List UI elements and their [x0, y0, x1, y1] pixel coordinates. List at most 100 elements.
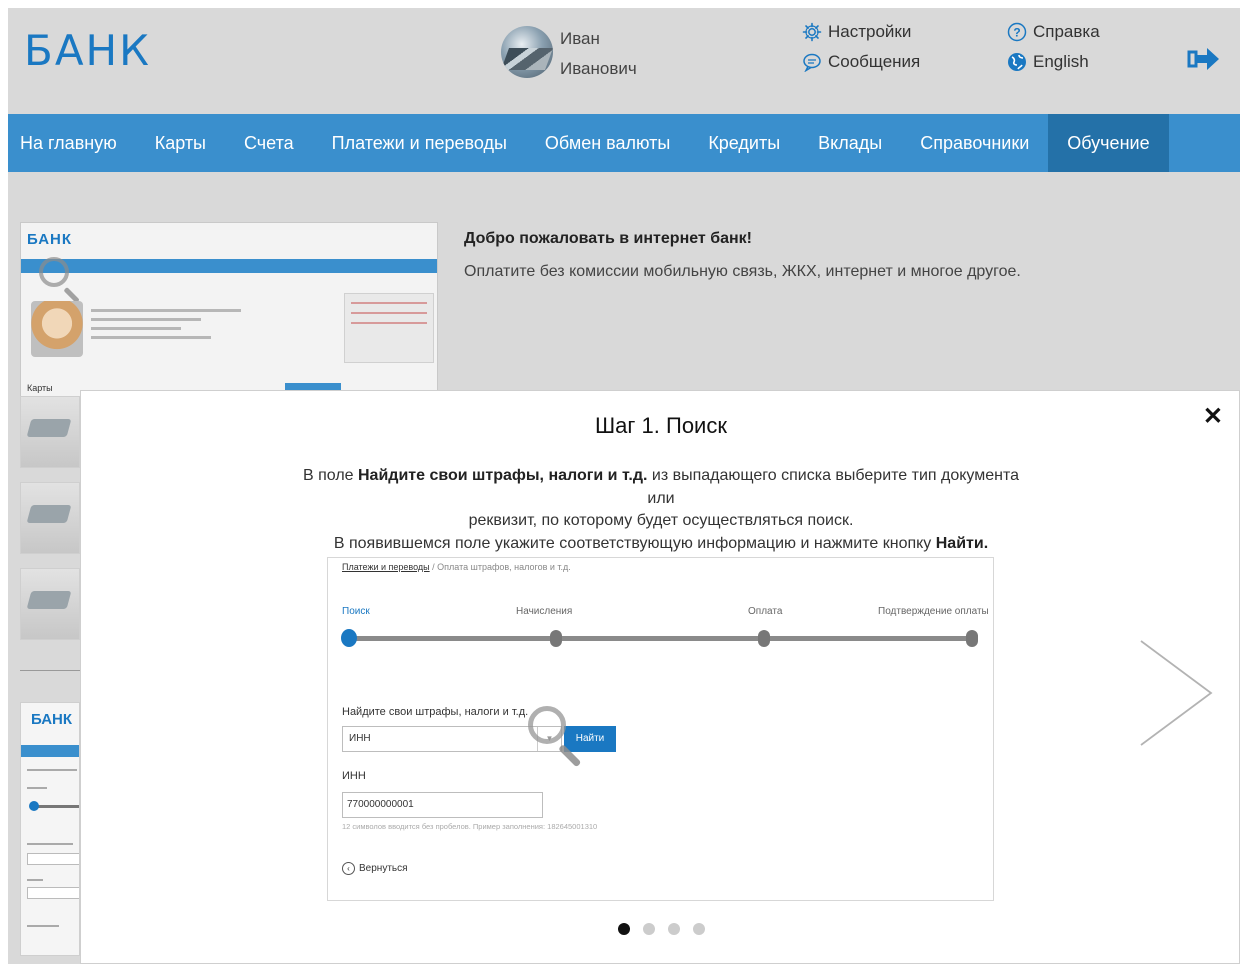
- step-dot: [966, 630, 978, 647]
- desc-button-name: Найти.: [935, 534, 989, 552]
- card-thumbnail[interactable]: [20, 568, 80, 640]
- app: БАНК Иван Иванович Настройки Сообщения ?…: [8, 8, 1240, 964]
- logout-button[interactable]: [1186, 44, 1222, 74]
- chevron-right-icon: [1140, 640, 1213, 746]
- desc-line-1: В поле Найдите свои штрафы, налоги и т.д…: [161, 465, 1161, 488]
- step-label-payment: Оплата: [748, 606, 783, 617]
- help-link[interactable]: ? Справка: [1007, 22, 1100, 42]
- mini-preview[interactable]: БАНК: [20, 702, 80, 956]
- card-thumbnails: [20, 396, 80, 654]
- user-name[interactable]: Иван Иванович: [560, 24, 637, 84]
- mini-progress-dot: [29, 801, 39, 811]
- preview-nav: [21, 259, 437, 273]
- modal-title: Шаг 1. Поиск: [595, 413, 727, 438]
- inn-label: ИНН: [342, 770, 366, 782]
- preview-cards-label: Карты: [27, 383, 53, 393]
- welcome-title: Добро пожаловать в интернет банк!: [464, 230, 752, 247]
- mini-text-line: [27, 879, 43, 881]
- step-label-charges: Начисления: [516, 606, 573, 617]
- card-thumbnail[interactable]: [20, 482, 80, 554]
- user-patronymic: Иванович: [560, 59, 637, 78]
- card-thumbnail[interactable]: [20, 396, 80, 468]
- pagination-dot-4[interactable]: [692, 923, 705, 935]
- step-label-search: Поиск: [342, 606, 370, 617]
- nav-item-deposits[interactable]: Вклады: [799, 114, 901, 172]
- breadcrumb-link: Платежи и переводы: [342, 562, 430, 572]
- tutorial-illustration: Платежи и переводы / Оплата штрафов, нал…: [327, 557, 994, 901]
- step-dot-current: [341, 629, 357, 647]
- manager-photo: [31, 301, 83, 357]
- mini-text-line: [27, 925, 59, 927]
- messages-link[interactable]: Сообщения: [802, 52, 920, 72]
- desc-text: из выпадающего списка выберите тип докум…: [647, 467, 1020, 484]
- header: БАНК Иван Иванович Настройки Сообщения ?…: [8, 8, 1240, 114]
- user-first-name: Иван: [560, 29, 600, 48]
- desc-line-4: В появившемся поле укажите соответствующ…: [161, 533, 1161, 556]
- slide-pagination: [81, 923, 1240, 935]
- tutorial-modal: ✕ Шаг 1. Поиск В поле Найдите свои штраф…: [80, 390, 1240, 964]
- pagination-dot-1[interactable]: [617, 923, 630, 935]
- breadcrumb: Платежи и переводы / Оплата штрафов, нал…: [342, 562, 571, 572]
- desc-line-2: или: [647, 489, 675, 507]
- language-link[interactable]: English: [1007, 52, 1089, 72]
- nav-item-credits[interactable]: Кредиты: [689, 114, 799, 172]
- preview-text-lines: [91, 309, 251, 345]
- mini-input: [27, 887, 79, 899]
- nav-item-payments[interactable]: Платежи и переводы: [313, 114, 526, 172]
- preview-logo: БАНК: [27, 231, 73, 248]
- step-dot: [758, 630, 770, 647]
- globe-icon: [1007, 52, 1027, 72]
- search-field-label: Найдите свои штрафы, налоги и т.д.: [342, 706, 529, 718]
- desc-line-3: реквизит, по которому будет осуществлять…: [468, 512, 854, 529]
- breadcrumb-current: / Оплата штрафов, налогов и т.д.: [429, 562, 571, 572]
- preview-screenshot[interactable]: БАНК Карты: [20, 222, 438, 397]
- mini-logo: БАНК: [31, 711, 73, 728]
- messages-label: Сообщения: [828, 52, 921, 71]
- mini-text-line: [27, 843, 73, 845]
- inn-input-example: 770000000001: [342, 792, 543, 818]
- find-button-example: Найти: [564, 726, 616, 752]
- mini-progress-track: [33, 805, 79, 808]
- svg-text:?: ?: [1013, 26, 1020, 40]
- back-label: Вернуться: [359, 863, 408, 874]
- pagination-dot-2[interactable]: [642, 923, 655, 935]
- pagination-dot-3[interactable]: [667, 923, 680, 935]
- modal-description: В поле Найдите свои штрафы, налоги и т.д…: [161, 465, 1161, 555]
- nav-item-home[interactable]: На главную: [8, 114, 136, 172]
- step-dot: [550, 630, 562, 647]
- desc-text: В появившемся поле укажите соответствующ…: [333, 534, 936, 552]
- main-nav: На главную Карты Счета Платежи и перевод…: [8, 114, 1240, 172]
- welcome-text: Оплатите без комиссии мобильную связь, Ж…: [464, 263, 1021, 280]
- back-link-example: ‹ Вернуться: [342, 862, 408, 875]
- nav-item-training[interactable]: Обучение: [1048, 114, 1169, 172]
- nav-item-references[interactable]: Справочники: [901, 114, 1048, 172]
- mini-input: [27, 853, 79, 865]
- next-slide-button[interactable]: [1137, 637, 1217, 749]
- magnifier-icon: [528, 706, 566, 744]
- avatar[interactable]: [501, 26, 553, 78]
- settings-label: Настройки: [828, 22, 912, 41]
- language-label: English: [1033, 52, 1089, 71]
- nav-item-cards[interactable]: Карты: [136, 114, 225, 172]
- step-label-confirmation: Подтверждение оплаты: [878, 606, 989, 617]
- preview-notice: [344, 293, 434, 363]
- mini-text-line: [27, 769, 77, 771]
- question-circle-icon: ?: [1007, 22, 1027, 42]
- back-arrow-icon: ‹: [342, 862, 355, 875]
- progress-track: [348, 636, 976, 641]
- desc-field-name: Найдите свои штрафы, налоги и т.д.: [358, 467, 648, 484]
- bank-logo[interactable]: БАНК: [24, 26, 151, 75]
- logout-icon: [1187, 48, 1219, 70]
- nav-item-accounts[interactable]: Счета: [225, 114, 313, 172]
- mini-text-line: [27, 787, 47, 789]
- mini-nav: [21, 745, 79, 757]
- inn-hint: 12 символов вводится без пробелов. Приме…: [342, 822, 598, 831]
- gear-icon: [802, 22, 822, 42]
- settings-link[interactable]: Настройки: [802, 22, 911, 42]
- nav-item-exchange[interactable]: Обмен валюты: [526, 114, 689, 172]
- desc-text: В поле: [302, 467, 358, 484]
- chat-bubble-icon: [802, 52, 822, 72]
- magnifier-icon: [39, 257, 69, 287]
- select-value: ИНН: [349, 733, 371, 744]
- divider: [20, 670, 80, 671]
